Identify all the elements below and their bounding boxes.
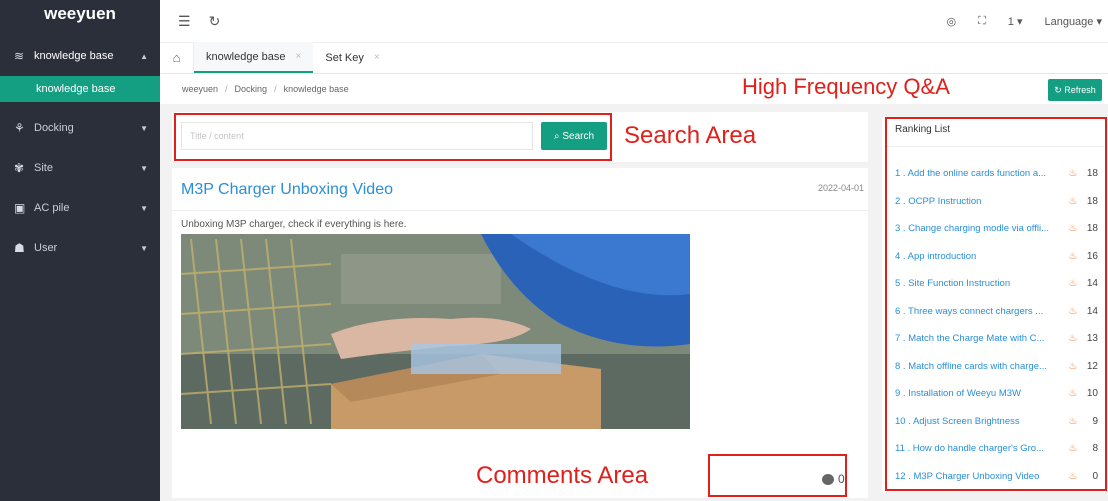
article-description: Unboxing M3P charger, check if everythin… — [181, 219, 407, 230]
annotation-box-ranking — [885, 117, 1107, 491]
home-icon[interactable]: ⌂ — [160, 42, 194, 73]
breadcrumb-separator: / — [274, 84, 277, 94]
sidebar-subitem-knowledge-base[interactable]: knowledge base — [0, 76, 160, 102]
sidebar: weeyuen ≋ knowledge base ▲ knowledge bas… — [0, 0, 160, 501]
tab-bar: ⌂ knowledge base × Set Key × — [160, 42, 1108, 74]
sidebar-item-docking[interactable]: ⚘ Docking ▼ — [0, 108, 160, 148]
chevron-down-icon: ▼ — [140, 163, 148, 173]
annotation-box-search — [174, 113, 612, 161]
language-dropdown[interactable]: Language ▾ — [1044, 15, 1102, 28]
sidebar-item-label: AC pile — [34, 202, 70, 214]
ac-pile-icon: ▣ — [14, 201, 26, 215]
breadcrumb-item[interactable]: weeyuen — [182, 84, 218, 94]
sidebar-item-label: knowledge base — [34, 50, 114, 62]
sidebar-item-site[interactable]: ✾ Site ▼ — [0, 148, 160, 188]
user-icon: ☗ — [14, 241, 25, 255]
breadcrumb-item: knowledge base — [283, 84, 349, 94]
tab-label: Set Key — [325, 51, 364, 64]
tab-label: knowledge base — [206, 50, 286, 63]
breadcrumb: weeyuen / Docking / knowledge base — [160, 74, 1108, 104]
breadcrumb-separator: / — [225, 84, 228, 94]
annotation-search-area: Search Area — [624, 122, 757, 149]
app-logo: weeyuen — [44, 4, 116, 23]
layers-icon: ≋ — [14, 49, 25, 63]
sidebar-item-user[interactable]: ☗ User ▼ — [0, 228, 160, 268]
fullscreen-icon[interactable]: ⛶ — [978, 15, 986, 28]
annotation-box-comments — [708, 454, 847, 497]
menu-collapse-icon[interactable]: ☰ — [178, 13, 191, 30]
user-dropdown[interactable]: 1 ▾ — [1008, 15, 1023, 28]
chevron-up-icon: ▲ — [140, 51, 148, 61]
sidebar-subitem-label: knowledge base — [36, 83, 116, 95]
chevron-down-icon: ▼ — [140, 203, 148, 213]
video-frame — [181, 234, 690, 429]
close-icon[interactable]: × — [374, 52, 380, 63]
top-bar: ☰ ↻ ◎ ⛶ 1 ▾ Language ▾ — [160, 0, 1108, 42]
reload-icon[interactable]: ↻ — [209, 13, 221, 30]
refresh-button[interactable]: ↻ Refresh — [1048, 79, 1102, 101]
annotation-high-frequency: High Frequency Q&A — [742, 74, 950, 99]
top-bar-actions: ◎ ⛶ 1 ▾ Language ▾ — [946, 15, 1108, 28]
article-title[interactable]: M3P Charger Unboxing Video — [181, 181, 393, 199]
sidebar-item-label: User — [34, 242, 58, 254]
breadcrumb-item[interactable]: Docking — [235, 84, 268, 94]
docking-icon: ⚘ — [14, 121, 25, 135]
tab-knowledge-base[interactable]: knowledge base × — [194, 42, 314, 73]
video-player[interactable] — [181, 234, 690, 429]
sidebar-item-label: Docking — [34, 122, 74, 134]
close-icon[interactable]: × — [296, 51, 302, 62]
article-date: 2022-04-01 — [818, 183, 865, 193]
tab-set-key[interactable]: Set Key × — [313, 42, 391, 73]
chevron-down-icon: ▼ — [140, 123, 148, 133]
chevron-down-icon: ▼ — [140, 243, 148, 253]
sidebar-item-ac-pile[interactable]: ▣ AC pile ▼ — [0, 188, 160, 228]
annotation-comments-area: Comments Area — [476, 462, 649, 489]
sidebar-item-label: Site — [34, 162, 53, 174]
site-icon: ✾ — [14, 161, 25, 175]
divider — [172, 210, 868, 211]
sidebar-item-knowledge-base[interactable]: ≋ knowledge base ▲ — [0, 36, 160, 76]
theme-icon[interactable]: ◎ — [946, 15, 956, 28]
